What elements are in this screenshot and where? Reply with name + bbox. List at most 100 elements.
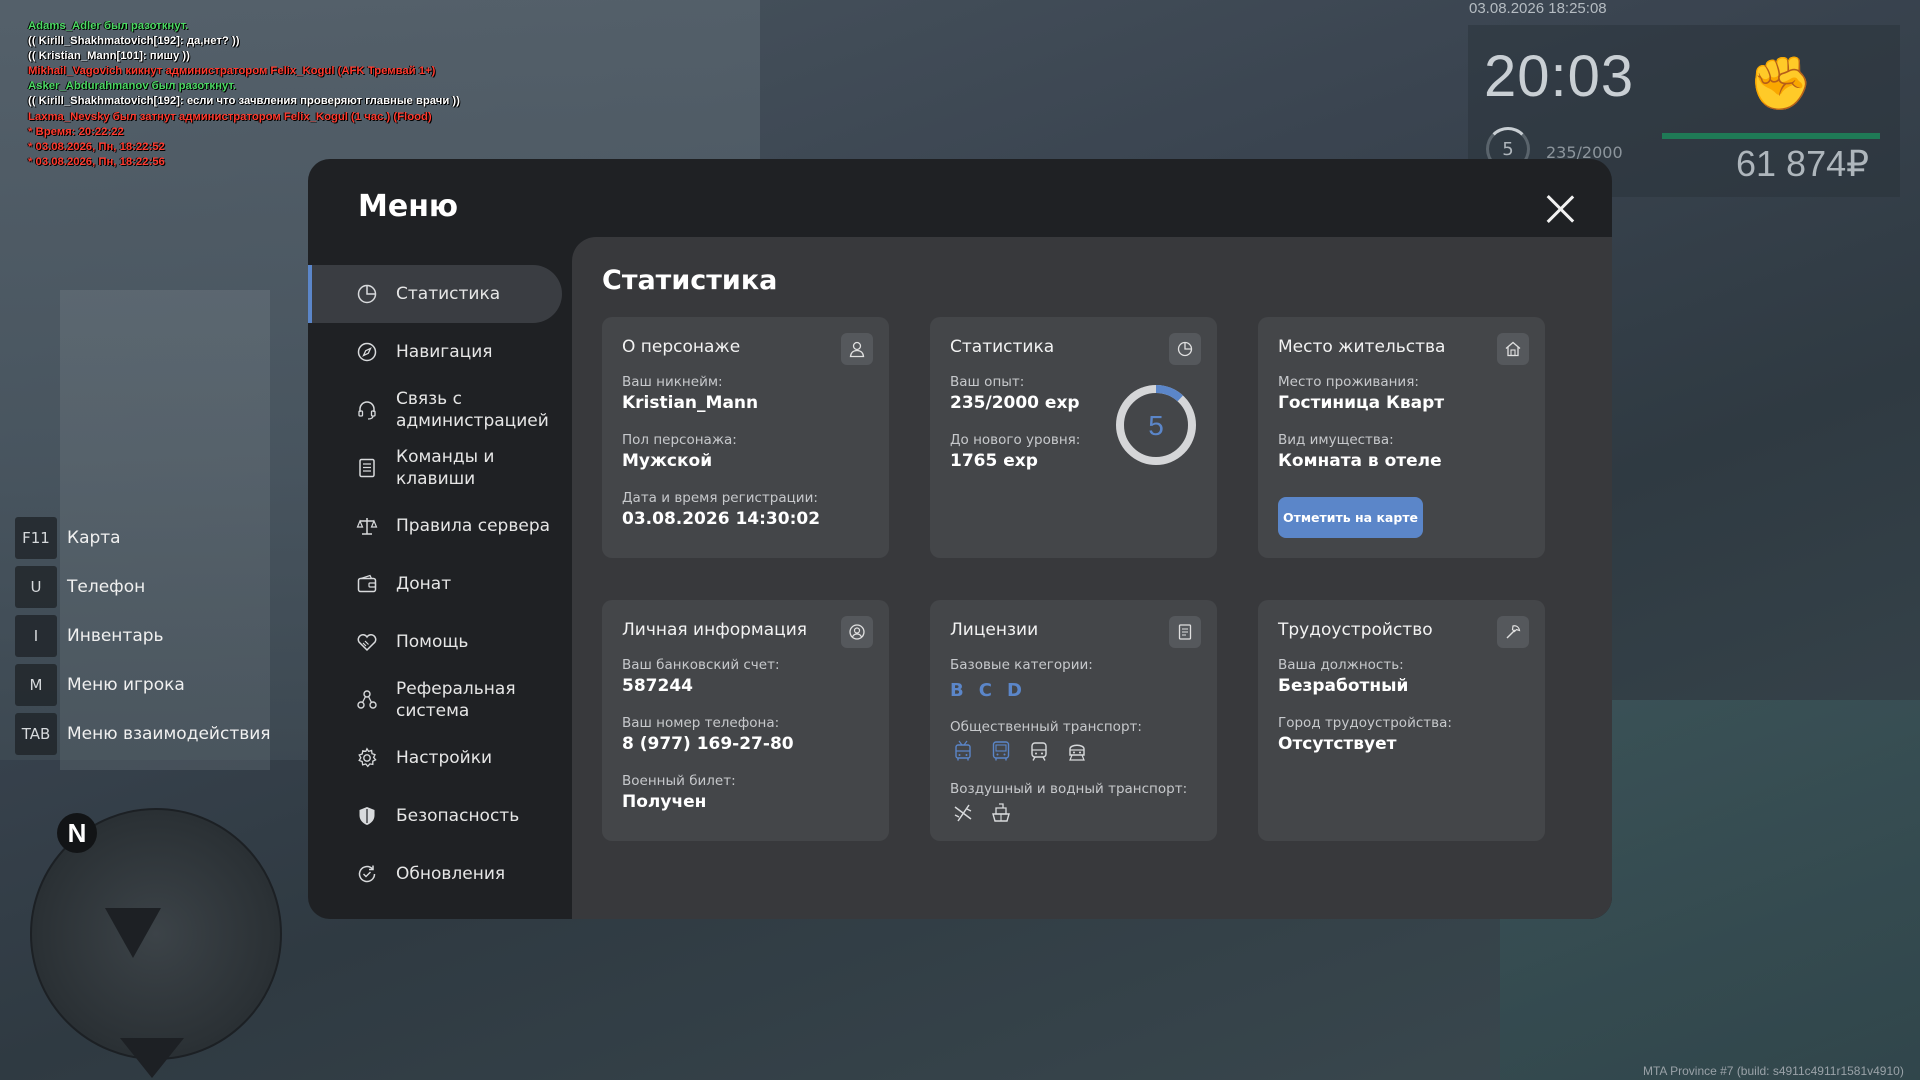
hotkey-label: Меню взаимодействия <box>67 724 271 744</box>
field-label: Воздушный и водный транспорт: <box>950 781 1188 797</box>
sidebar-item-label: Команды и клавиши <box>396 447 495 489</box>
sidebar-item-label: Помощь <box>396 632 469 652</box>
menu-sidebar: Статистика Навигация Связь с администрац… <box>308 265 564 903</box>
card-residence: Место жительства Место проживания: Гости… <box>1258 317 1545 558</box>
hotkey-key: U <box>15 566 57 608</box>
field-label: Место проживания: <box>1278 374 1419 390</box>
hud-clock: 20:03 <box>1484 44 1635 109</box>
hotkey-key: I <box>15 615 57 657</box>
chat-line: (( Kirill_Shakhmatovich[192]: да,нет? )) <box>28 35 240 48</box>
sidebar-item-referral[interactable]: Реферальная система <box>308 671 564 729</box>
next-level-value: 1765 exp <box>950 451 1038 471</box>
chart-pie-icon <box>1169 333 1201 365</box>
phone-value: 8 (977) 169-27-80 <box>622 734 794 754</box>
card-title: Статистика <box>950 337 1055 357</box>
sidebar-item-commands[interactable]: Команды и клавиши <box>308 439 564 497</box>
ship-icon <box>988 800 1014 826</box>
hotkey-label: Инвентарь <box>67 626 164 646</box>
trolleybus-icon <box>950 738 976 764</box>
sidebar-item-statistics[interactable]: Статистика <box>308 265 562 323</box>
sidebar-item-label: Реферальная система <box>396 679 516 721</box>
card-employment: Трудоустройство Ваша должность: Безработ… <box>1258 600 1545 841</box>
menu-window: Меню Статистика Навигация Связь с админи… <box>308 159 1612 919</box>
tram-icon <box>1026 738 1052 764</box>
sidebar-item-label: Навигация <box>396 342 493 362</box>
sidebar-item-security[interactable]: Безопасность <box>308 787 564 845</box>
sidebar-item-donate[interactable]: Донат <box>308 555 564 613</box>
card-stats: Статистика Ваш опыт: 235/2000 exp До нов… <box>930 317 1217 558</box>
hotkey-list: F11 Карта U Телефон I Инвентарь M Меню игрок… <box>15 516 271 761</box>
level-number: 5 <box>1148 410 1164 441</box>
gender-value: Мужской <box>622 451 713 471</box>
referral-icon <box>356 689 378 711</box>
gear-icon <box>356 747 378 769</box>
hotkey-inventory[interactable]: I Инвентарь <box>15 614 271 658</box>
card-licenses: Лицензии Базовые категории: BCD Обществе… <box>930 600 1217 841</box>
sidebar-item-rules[interactable]: Правила сервера <box>308 497 564 555</box>
chat-log: Adams_Adler был разоткнут. (( Kirill_Sha… <box>28 19 460 170</box>
job-city-value: Отсутствует <box>1278 734 1397 754</box>
hammer-icon <box>1497 616 1529 648</box>
player-arrow-icon <box>105 908 161 958</box>
license-icon <box>1169 616 1201 648</box>
job-value: Безработный <box>1278 676 1409 696</box>
hotkey-label: Меню игрока <box>67 675 185 695</box>
hotkey-map[interactable]: F11 Карта <box>15 516 271 560</box>
document-list-icon <box>356 457 378 479</box>
hotkey-phone[interactable]: U Телефон <box>15 565 271 609</box>
home-icon <box>1497 333 1529 365</box>
hotkey-label: Карта <box>67 528 121 548</box>
sidebar-item-label: Донат <box>396 574 452 594</box>
chart-pie-icon <box>356 283 378 305</box>
sidebar-item-label: Безопасность <box>396 806 520 826</box>
content-title: Статистика <box>602 265 778 296</box>
field-label: Ваш никнейм: <box>622 374 723 390</box>
sidebar-item-navigation[interactable]: Навигация <box>308 323 564 381</box>
field-label: Город трудоустройства: <box>1278 715 1452 731</box>
chat-line: * Время: 20:22:22 <box>28 125 124 138</box>
wallet-icon <box>356 573 378 595</box>
sidebar-item-updates[interactable]: Обновления <box>308 845 564 903</box>
card-personal: Личная информация Ваш банковский счет: 5… <box>602 600 889 841</box>
level-progress-ring: 5 <box>1116 385 1196 465</box>
field-label: Пол персонажа: <box>622 432 737 448</box>
sidebar-item-help[interactable]: Помощь <box>308 613 564 671</box>
card-title: Лицензии <box>950 620 1039 640</box>
hud-money: 61 874₽ <box>1736 143 1870 184</box>
sidebar-item-label: Правила сервера <box>396 516 551 536</box>
sidebar-item-admin-contact[interactable]: Связь с администрацией <box>308 381 564 439</box>
sidebar-item-settings[interactable]: Настройки <box>308 729 564 787</box>
license-category: C <box>978 680 993 701</box>
plane-icon <box>950 800 976 826</box>
chat-line: Mikhail_Vagovich кикнут администратором … <box>28 65 436 78</box>
residence-value: Гостиница Кварт <box>1278 393 1445 413</box>
sidebar-item-label: Статистика <box>396 284 501 304</box>
refresh-icon <box>356 863 378 885</box>
hud-datetime: 03.08.2026 18:25:08 <box>1469 0 1607 17</box>
hotkey-interaction-menu[interactable]: TAB Меню взаимодействия <box>15 712 271 756</box>
air-water-transport-icons <box>950 800 1014 826</box>
bus-icon <box>988 738 1014 764</box>
card-character: О персонаже Ваш никнейм: Kristian_Mann П… <box>602 317 889 558</box>
field-label: До нового уровня: <box>950 432 1081 448</box>
hotkey-key: TAB <box>15 713 57 755</box>
nickname-value: Kristian_Mann <box>622 393 759 413</box>
chat-line: Laxma_Nevsky был затнут администратором … <box>28 110 432 123</box>
hotkey-player-menu[interactable]: M Меню игрока <box>15 663 271 707</box>
field-label: Ваш номер телефона: <box>622 715 780 731</box>
mark-on-map-button[interactable]: Отметить на карте <box>1278 497 1423 538</box>
field-label: Базовые категории: <box>950 657 1093 673</box>
chat-line: Adams_Adler был разоткнут. <box>28 20 189 32</box>
field-label: Вид имущества: <box>1278 432 1394 448</box>
build-info: MTA Province #7 (build: s4911c4911r1581v… <box>1643 1064 1904 1078</box>
license-categories: BCD <box>950 680 1037 701</box>
north-indicator: N <box>57 813 97 853</box>
headset-icon <box>356 399 378 421</box>
compass-icon <box>356 341 378 363</box>
user-icon <box>841 333 873 365</box>
hud-level: 5 <box>1502 138 1514 160</box>
user-circle-icon <box>841 616 873 648</box>
close-icon[interactable] <box>1542 191 1578 227</box>
chat-line: Asker_Abdurahmanov был разоткнут. <box>28 80 236 93</box>
minimap-marker-icon <box>120 1038 184 1078</box>
